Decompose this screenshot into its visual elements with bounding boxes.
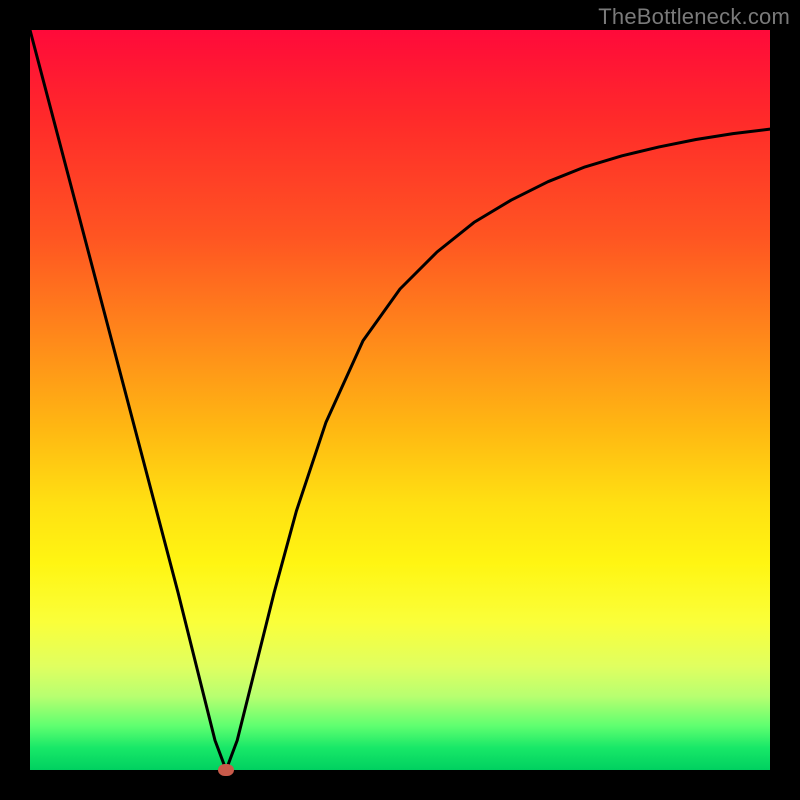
plot-area <box>30 30 770 770</box>
chart-frame: TheBottleneck.com <box>0 0 800 800</box>
watermark-text: TheBottleneck.com <box>598 4 790 30</box>
curve-svg <box>30 30 770 770</box>
bottleneck-curve <box>30 30 770 770</box>
minimum-marker <box>218 764 234 776</box>
